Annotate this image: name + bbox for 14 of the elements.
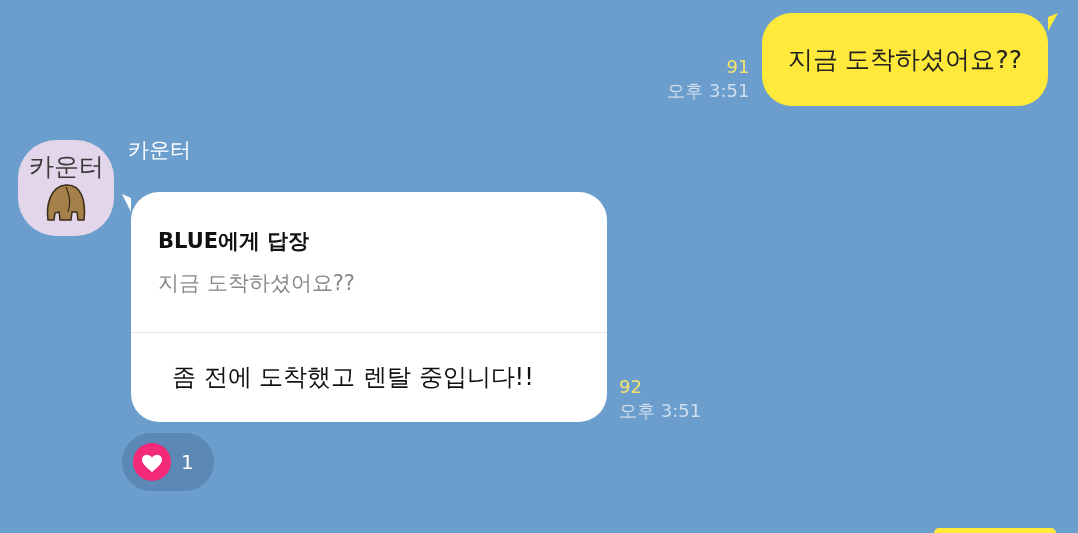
message-time: 오후 3:51 xyxy=(667,80,750,102)
message-time: 오후 3:51 xyxy=(619,400,702,422)
unread-count: 92 xyxy=(619,376,642,398)
bubble-tail xyxy=(1048,13,1058,31)
bubble-tail xyxy=(122,194,131,212)
unread-count: 91 xyxy=(726,56,750,78)
message-text: 좀 전에 도착했고 렌탈 중입니다!! xyxy=(171,362,535,393)
quoted-message: 지금 도착하셨어요?? xyxy=(158,270,356,297)
sender-name: 카운터 xyxy=(128,137,192,164)
reaction-pill[interactable]: 1 xyxy=(122,433,214,491)
message-bubble: 지금 도착하셨어요?? xyxy=(761,13,1048,106)
avatar[interactable]: 카운터 xyxy=(18,140,114,236)
reply-title: BLUE에게 답장 xyxy=(158,228,311,255)
bear-icon xyxy=(44,182,88,222)
